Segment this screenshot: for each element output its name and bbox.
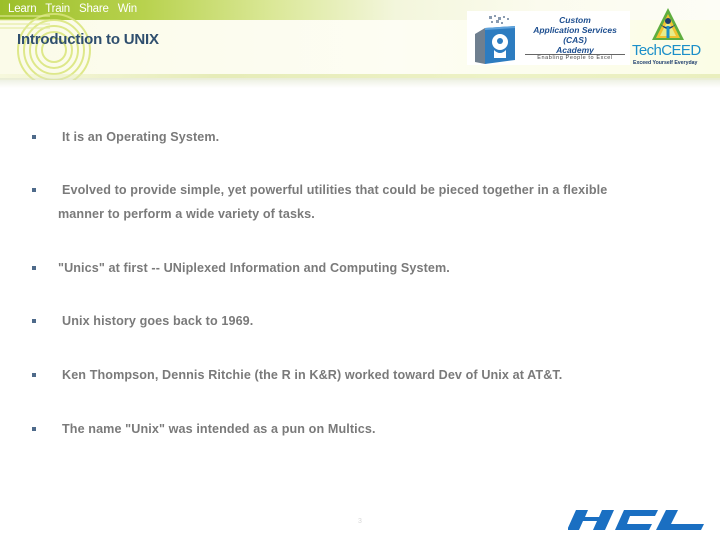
square-bullet-icon	[32, 266, 36, 270]
square-bullet-icon	[32, 188, 36, 192]
bullet-text: Evolved to provide simple, yet powerful …	[62, 183, 608, 197]
slide-body: It is an Operating System. Evolved to pr…	[0, 0, 720, 540]
bullet-text: It is an Operating System.	[62, 130, 220, 144]
square-bullet-icon	[32, 135, 36, 139]
bullet-text-continuation: manner to perform a wide variety of task…	[58, 207, 315, 221]
bullet-text: Ken Thompson, Dennis Ritchie (the R in K…	[62, 368, 563, 382]
hcl-logo-letters	[568, 510, 704, 530]
square-bullet-icon	[32, 319, 36, 323]
square-bullet-icon	[32, 373, 36, 377]
slide-number: 3	[358, 518, 362, 525]
hcl-logo	[568, 510, 704, 530]
bullet-text: "Unics" at first -- UNiplexed Informatio…	[58, 261, 450, 275]
square-bullet-icon	[32, 427, 36, 431]
bullet-text: The name "Unix" was intended as a pun on…	[62, 422, 376, 436]
bullet-text: Unix history goes back to 1969.	[62, 314, 254, 328]
